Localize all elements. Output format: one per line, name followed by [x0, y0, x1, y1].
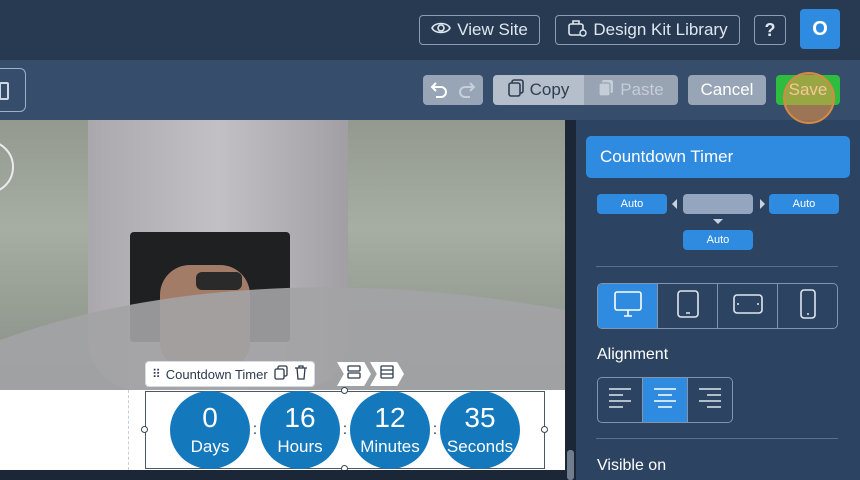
tablet-icon [676, 289, 700, 324]
device-desktop-button[interactable] [598, 284, 658, 328]
undo-icon[interactable] [423, 75, 453, 105]
paste-label: Paste [620, 80, 664, 99]
copy-paste-group: Copy Paste [493, 75, 678, 105]
timer-seconds-value: 35 [464, 402, 496, 433]
mobile-icon [799, 288, 817, 325]
row-icon [380, 364, 394, 384]
view-site-button[interactable]: View Site [419, 15, 540, 45]
tablet-landscape-icon [732, 293, 764, 320]
alignment-label: Alignment [597, 346, 669, 363]
timer-hours-label: Hours [277, 437, 323, 456]
paste-button[interactable]: Paste [584, 75, 678, 105]
spacing-preview-box [683, 194, 753, 214]
duplicate-icon[interactable] [274, 365, 288, 383]
timer-days: 0 Days [170, 391, 250, 469]
help-button[interactable]: ? [754, 15, 786, 45]
align-center-icon [652, 386, 678, 415]
resize-handle-right[interactable] [541, 426, 548, 433]
timer-seconds: 35 Seconds [440, 391, 520, 469]
countdown-timer: 0 Days : 16 Hours : 12 Minutes : 35 Seco… [170, 391, 520, 469]
alignment-selector [597, 377, 733, 423]
delete-icon[interactable] [294, 365, 308, 383]
panel-divider [596, 438, 838, 439]
left-panel-toggle[interactable] [0, 68, 26, 112]
copy-icon [507, 78, 524, 102]
design-kit-icon [567, 19, 588, 42]
panel-divider [596, 266, 838, 267]
page-canvas[interactable]: ⠿ Countdown Timer 0 Days : 16 Hours : 12… [0, 120, 565, 480]
align-left-icon [607, 386, 633, 415]
timer-separator: : [252, 421, 258, 438]
timer-minutes-value: 12 [374, 402, 406, 433]
top-bar: View Site Design Kit Library ? O [0, 0, 860, 60]
design-kit-library-button[interactable]: Design Kit Library [555, 15, 740, 45]
panel-title: Countdown Timer [586, 136, 850, 178]
timer-hours: 16 Hours [260, 391, 340, 469]
column-icon [347, 364, 361, 384]
align-left-button[interactable] [598, 378, 643, 422]
spacing-left-value[interactable]: Auto [597, 194, 667, 214]
widget-toolbar: ⠿ Countdown Timer [146, 362, 314, 386]
view-site-label: View Site [457, 20, 528, 39]
undo-redo-group [423, 75, 483, 105]
settings-panel: Countdown Timer Auto Auto Auto Alignment… [576, 120, 860, 480]
resize-handle-left[interactable] [141, 426, 148, 433]
arrow-down-icon [713, 219, 723, 224]
device-selector [597, 283, 838, 329]
arrow-left-icon [672, 199, 677, 209]
column-guide [128, 390, 129, 470]
device-mobile-button[interactable] [778, 284, 837, 328]
paste-icon [598, 79, 614, 102]
scrollbar-thumb[interactable] [567, 450, 574, 480]
eye-icon [431, 20, 452, 40]
arrow-right-icon [760, 199, 765, 209]
drag-handle-icon[interactable]: ⠿ [152, 367, 161, 381]
align-center-button[interactable] [643, 378, 688, 422]
align-right-icon [697, 386, 723, 415]
timer-hours-value: 16 [284, 402, 316, 433]
timer-separator: : [432, 421, 438, 438]
canvas-scrollbar[interactable] [565, 120, 576, 480]
canvas-bottom-edge [0, 470, 565, 480]
visible-on-label: Visible on [597, 457, 667, 474]
save-button[interactable]: Save [776, 75, 840, 105]
design-kit-label: Design Kit Library [593, 20, 728, 39]
timer-days-label: Days [190, 437, 230, 456]
desktop-icon [613, 290, 643, 323]
copy-label: Copy [529, 80, 570, 99]
slider-nav-button[interactable] [0, 140, 14, 194]
editor-toolbar: Copy Paste Cancel Save [0, 60, 860, 120]
copy-button[interactable]: Copy [493, 75, 584, 105]
device-tablet-landscape-button[interactable] [718, 284, 778, 328]
timer-seconds-label: Seconds [446, 437, 514, 456]
redo-icon[interactable] [453, 75, 483, 105]
cancel-button[interactable]: Cancel [688, 75, 766, 105]
device-tablet-button[interactable] [658, 284, 718, 328]
align-right-button[interactable] [688, 378, 732, 422]
timer-minutes-label: Minutes [360, 437, 420, 456]
spacing-right-value[interactable]: Auto [769, 194, 839, 214]
timer-minutes: 12 Minutes [350, 391, 430, 469]
panel-icon [0, 82, 9, 100]
widget-label: Countdown Timer [165, 366, 268, 382]
spacing-bottom-value[interactable]: Auto [683, 230, 753, 250]
timer-days-value: 0 [202, 402, 218, 433]
timer-separator: : [342, 421, 348, 438]
avatar[interactable]: O [800, 9, 840, 49]
